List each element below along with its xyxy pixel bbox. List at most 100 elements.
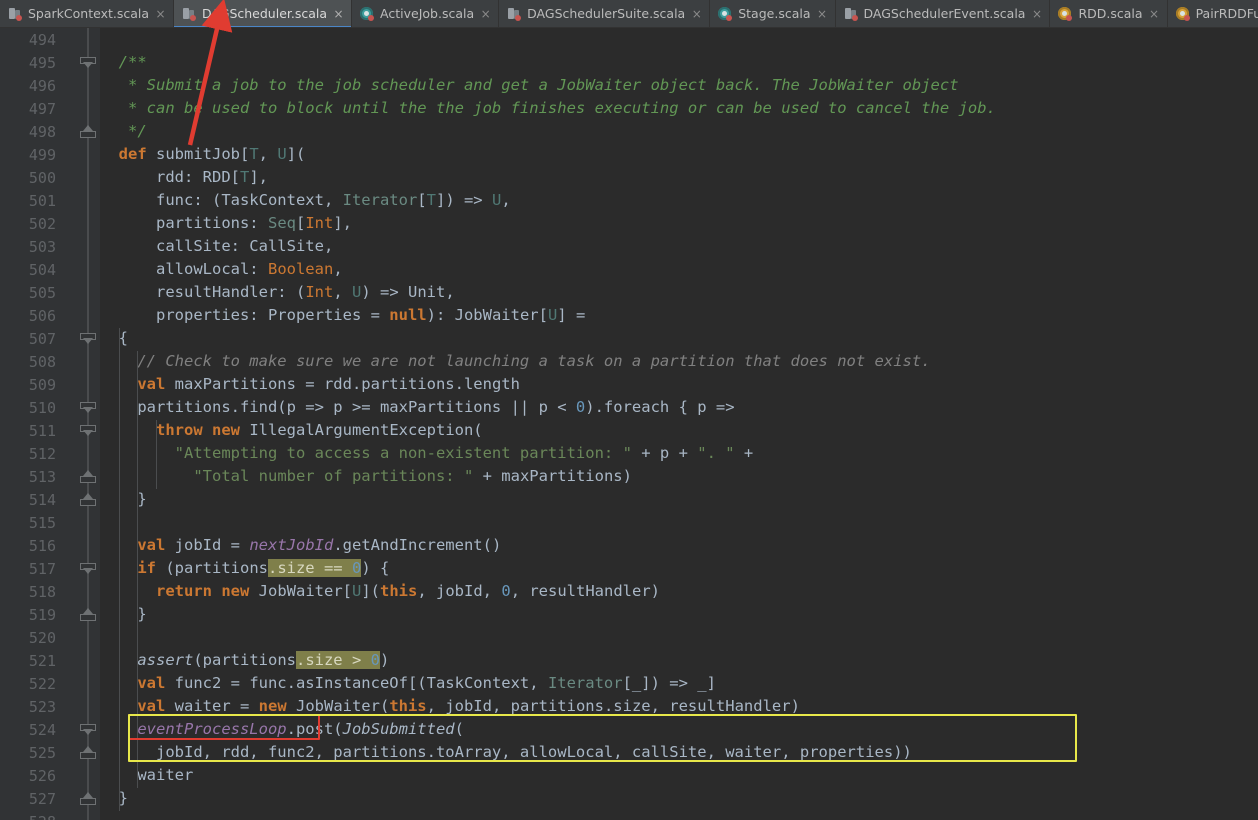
editor-tab-label: DAGScheduler.scala [202, 6, 328, 21]
editor-tab-dagschedulerevent[interactable]: DAGSchedulerEvent.scala × [835, 0, 1051, 27]
code-line[interactable]: callSite: CallSite, [100, 235, 1258, 258]
editor-tab-rdd[interactable]: RDD.scala × [1050, 0, 1168, 27]
editor-tab-bar[interactable]: SparkContext.scala × DAGScheduler.scala × Ac… [0, 0, 1258, 28]
line-number: 514 [28, 491, 56, 509]
close-icon[interactable]: × [480, 8, 491, 20]
code-fold-up-icon[interactable] [80, 608, 96, 621]
code-fold-down-icon[interactable] [80, 563, 96, 575]
close-icon[interactable]: × [817, 8, 828, 20]
scala-object-icon [507, 7, 522, 21]
line-number: 519 [28, 606, 56, 624]
code-line[interactable] [100, 28, 1258, 51]
code-fold-down-icon[interactable] [80, 402, 96, 414]
fold-rail [87, 28, 89, 820]
line-number: 505 [28, 284, 56, 302]
editor-tab-label: DAGSchedulerSuite.scala [527, 6, 686, 21]
line-number: 526 [28, 767, 56, 785]
line-number: 497 [28, 100, 56, 118]
code-fold-up-icon[interactable] [80, 746, 96, 759]
editor-tab-label: Stage.scala [738, 6, 811, 21]
code-content[interactable]: /** * Submit a job to the job scheduler … [100, 28, 1258, 820]
indent-guide [155, 420, 157, 489]
code-fold-down-icon[interactable] [80, 333, 96, 345]
indent-guide [137, 351, 139, 788]
code-fold-down-icon[interactable] [80, 724, 96, 736]
code-line[interactable] [100, 511, 1258, 534]
code-line[interactable]: partitions.find(p => p >= maxPartitions … [100, 396, 1258, 419]
scala-class-icon-yellow [1058, 7, 1073, 21]
line-number: 521 [28, 652, 56, 670]
code-fold-up-icon[interactable] [80, 125, 96, 138]
code-line[interactable]: partitions: Seq[Int], [100, 212, 1258, 235]
code-line[interactable]: val waiter = new JobWaiter(this, jobId, … [100, 695, 1258, 718]
line-number: 524 [28, 721, 56, 739]
code-line[interactable]: val maxPartitions = rdd.partitions.lengt… [100, 373, 1258, 396]
line-number: 516 [28, 537, 56, 555]
editor-tab-sparkcontext[interactable]: SparkContext.scala × [0, 0, 175, 27]
code-line[interactable]: jobId, rdd, func2, partitions.toArray, a… [100, 741, 1258, 764]
code-fold-down-icon[interactable] [80, 57, 96, 69]
line-number: 525 [28, 744, 56, 762]
indent-guide [118, 328, 120, 811]
line-number: 513 [28, 468, 56, 486]
code-fold-up-icon[interactable] [80, 493, 96, 506]
code-fold-down-icon[interactable] [80, 425, 96, 437]
editor-tab-pairrddfunctions[interactable]: PairRDDFunctions.scala× [1167, 0, 1258, 27]
code-line[interactable]: // Check to make sure we are not launchi… [100, 350, 1258, 373]
code-line[interactable]: /** [100, 51, 1258, 74]
editor-gutter[interactable]: 494 495 496 497 498 499 500 501 502 503 504 505 506 5… [0, 28, 100, 820]
code-line[interactable]: "Attempting to access a non-existent par… [100, 442, 1258, 465]
code-fold-up-icon[interactable] [80, 792, 96, 805]
close-icon[interactable]: × [1031, 8, 1042, 20]
close-icon[interactable]: × [691, 8, 702, 20]
editor-tab-label: SparkContext.scala [28, 6, 150, 21]
line-number: 518 [28, 583, 56, 601]
code-line[interactable]: throw new IllegalArgumentException( [100, 419, 1258, 442]
close-icon[interactable]: × [1149, 8, 1160, 20]
code-line[interactable]: func: (TaskContext, Iterator[T]) => U, [100, 189, 1258, 212]
scala-class-icon [718, 7, 733, 21]
editor-tab-activejob[interactable]: ActiveJob.scala × [352, 0, 500, 27]
code-line[interactable]: val jobId = nextJobId.getAndIncrement() [100, 534, 1258, 557]
code-line[interactable]: return new JobWaiter[U](this, jobId, 0, … [100, 580, 1258, 603]
line-number: 517 [28, 560, 56, 578]
code-line[interactable]: "Total number of partitions: " + maxPart… [100, 465, 1258, 488]
code-line[interactable] [100, 810, 1258, 820]
code-line[interactable]: rdd: RDD[T], [100, 166, 1258, 189]
close-icon[interactable]: × [155, 8, 166, 20]
line-number: 523 [28, 698, 56, 716]
line-number: 499 [28, 146, 56, 164]
code-line[interactable]: assert(partitions.size > 0) [100, 649, 1258, 672]
line-number: 515 [28, 514, 56, 532]
line-number: 510 [28, 399, 56, 417]
line-number: 501 [28, 192, 56, 210]
code-line[interactable]: waiter [100, 764, 1258, 787]
editor-tab-stage[interactable]: Stage.scala × [710, 0, 836, 27]
code-line[interactable]: } [100, 488, 1258, 511]
line-number: 502 [28, 215, 56, 233]
code-line[interactable]: eventProcessLoop.post(JobSubmitted( [100, 718, 1258, 741]
line-number: 498 [28, 123, 56, 141]
code-line[interactable]: * can be used to block until the the job… [100, 97, 1258, 120]
close-icon[interactable]: × [333, 8, 344, 20]
code-line[interactable]: { [100, 327, 1258, 350]
code-line[interactable]: allowLocal: Boolean, [100, 258, 1258, 281]
code-line[interactable]: } [100, 603, 1258, 626]
code-line[interactable]: resultHandler: (Int, U) => Unit, [100, 281, 1258, 304]
code-line[interactable]: if (partitions.size == 0) { [100, 557, 1258, 580]
editor-tab-dagschedulersuite[interactable]: DAGSchedulerSuite.scala × [499, 0, 711, 27]
code-editor[interactable]: 494 495 496 497 498 499 500 501 502 503 504 505 506 5… [0, 28, 1258, 820]
code-line[interactable]: val func2 = func.asInstanceOf[(TaskConte… [100, 672, 1258, 695]
editor-tab-dagscheduler[interactable]: DAGScheduler.scala × [174, 0, 353, 27]
code-line[interactable]: properties: Properties = null): JobWaite… [100, 304, 1258, 327]
code-line[interactable] [100, 626, 1258, 649]
code-line[interactable]: */ [100, 120, 1258, 143]
editor-tab-label: ActiveJob.scala [380, 6, 475, 21]
line-number: 522 [28, 675, 56, 693]
line-number: 528 [0, 811, 56, 820]
code-line[interactable]: * Submit a job to the job scheduler and … [100, 74, 1258, 97]
line-number: 512 [28, 445, 56, 463]
code-line[interactable]: } [100, 787, 1258, 810]
code-fold-up-icon[interactable] [80, 470, 96, 483]
code-line[interactable]: def submitJob[T, U]( [100, 143, 1258, 166]
